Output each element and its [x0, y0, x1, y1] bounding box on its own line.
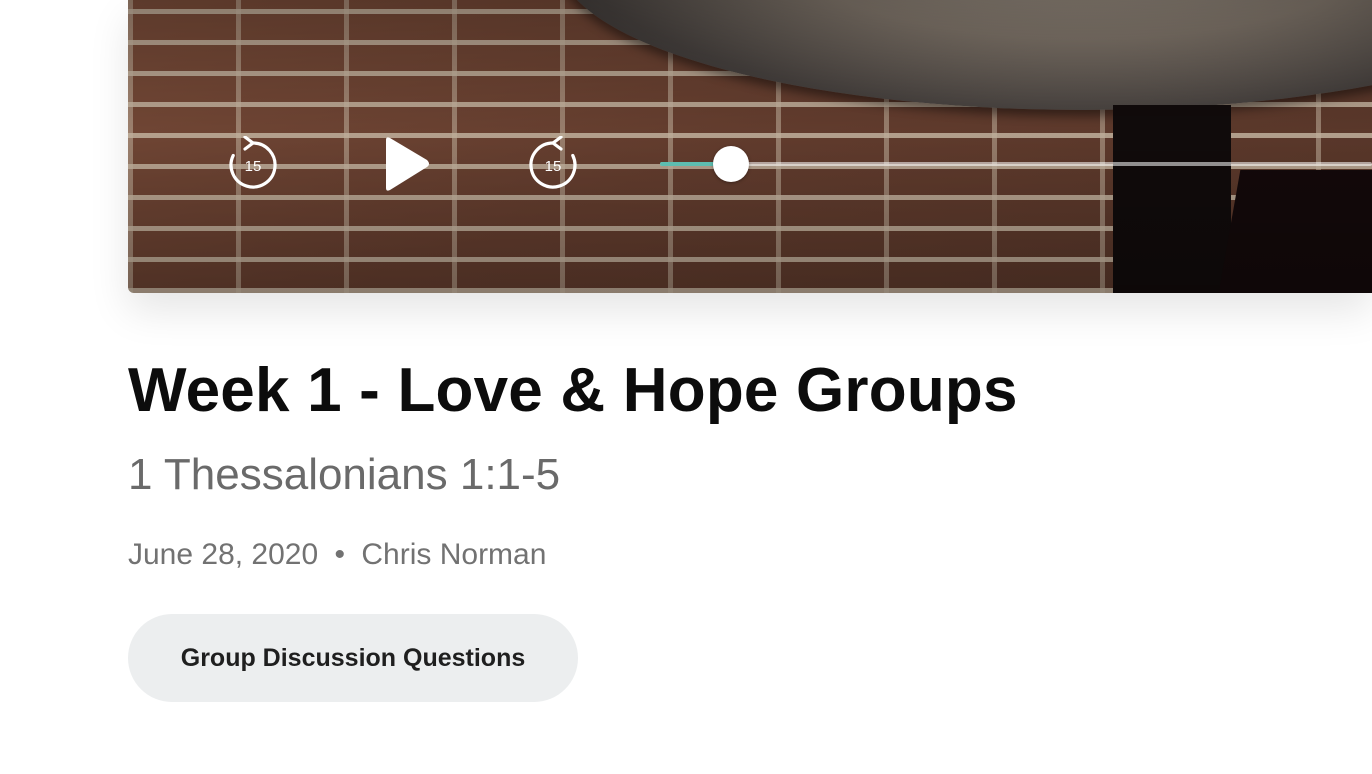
play-button[interactable] — [381, 134, 433, 194]
rotate-cw-15-icon: 15 — [529, 136, 577, 189]
progress-track — [660, 162, 1372, 166]
group-discussion-questions-button[interactable]: Group Discussion Questions — [128, 614, 578, 702]
speaker-name: Chris Norman — [361, 538, 547, 571]
progress-handle[interactable] — [713, 146, 750, 182]
rotate-ccw-15-icon: 15 — [229, 136, 277, 189]
sermon-date: June 28, 2020 — [128, 538, 319, 571]
sermon-meta: June 28, 2020 • Chris Norman — [128, 538, 546, 572]
skip-forward-15-button[interactable]: 15 — [527, 136, 579, 192]
video-overlay — [128, 0, 1372, 293]
play-icon — [386, 137, 429, 191]
video-player[interactable] — [128, 0, 1372, 293]
meta-separator: • — [334, 538, 346, 571]
progress-slider[interactable] — [660, 146, 1372, 182]
page-title: Week 1 - Love & Hope Groups — [128, 356, 1018, 425]
skip-back-15-button[interactable]: 15 — [227, 136, 279, 192]
skip-back-seconds: 15 — [245, 158, 262, 175]
skip-forward-seconds: 15 — [545, 158, 562, 175]
scripture-reference: 1 Thessalonians 1:1-5 — [128, 450, 561, 499]
